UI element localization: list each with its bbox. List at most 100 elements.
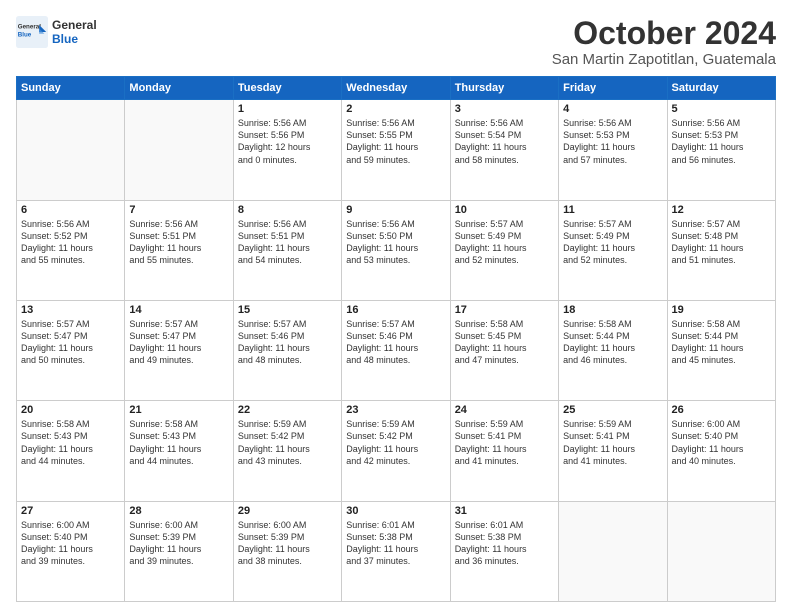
calendar-cell: 12Sunrise: 5:57 AMSunset: 5:48 PMDayligh… xyxy=(667,200,775,300)
calendar-cell: 13 Sunrise: 5:57 AMSunset: 5:47 PMDayligh… xyxy=(17,300,125,400)
calendar-week-row: 20 Sunrise: 5:58 AMSunset: 5:43 PMDayligh… xyxy=(17,401,776,501)
day-number: 1 xyxy=(238,103,337,115)
day-info: Sunrise: 5:57 AMSunset: 5:47 PMDaylight:… xyxy=(21,318,120,367)
day-info: Sunrise: 6:00 AMSunset: 5:40 PMDaylight:… xyxy=(21,519,120,568)
day-number: 24 xyxy=(455,404,554,416)
day-info: Sunrise: 5:58 AMSunset: 5:44 PMDaylight:… xyxy=(563,318,662,367)
calendar-cell: 1 Sunrise: 5:56 AMSunset: 5:56 PMDaylight… xyxy=(233,100,341,200)
day-number: 9 xyxy=(346,204,445,216)
calendar-cell xyxy=(125,100,233,200)
calendar-cell: 21 Sunrise: 5:58 AMSunset: 5:43 PMDayligh… xyxy=(125,401,233,501)
calendar-cell xyxy=(667,501,775,601)
calendar-cell: 31Sunrise: 6:01 AMSunset: 5:38 PMDayligh… xyxy=(450,501,558,601)
calendar-cell: 26Sunrise: 6:00 AMSunset: 5:40 PMDayligh… xyxy=(667,401,775,501)
logo-area: General Blue General Blue xyxy=(16,16,97,48)
calendar-cell: 29Sunrise: 6:00 AMSunset: 5:39 PMDayligh… xyxy=(233,501,341,601)
calendar-cell: 15 Sunrise: 5:57 AMSunset: 5:46 PMDayligh… xyxy=(233,300,341,400)
calendar-cell xyxy=(559,501,667,601)
day-info: Sunrise: 5:57 AMSunset: 5:48 PMDaylight:… xyxy=(672,218,771,267)
day-info: Sunrise: 5:56 AMSunset: 5:55 PMDaylight:… xyxy=(346,117,445,166)
calendar-cell: 9 Sunrise: 5:56 AMSunset: 5:50 PMDaylight… xyxy=(342,200,450,300)
calendar-cell xyxy=(17,100,125,200)
calendar-week-row: 27Sunrise: 6:00 AMSunset: 5:40 PMDayligh… xyxy=(17,501,776,601)
day-number: 4 xyxy=(563,103,662,115)
calendar-cell: 27Sunrise: 6:00 AMSunset: 5:40 PMDayligh… xyxy=(17,501,125,601)
calendar-cell: 14 Sunrise: 5:57 AMSunset: 5:47 PMDayligh… xyxy=(125,300,233,400)
day-number: 7 xyxy=(129,204,228,216)
day-info: Sunrise: 5:57 AMSunset: 5:49 PMDaylight:… xyxy=(455,218,554,267)
day-number: 15 xyxy=(238,304,337,316)
day-number: 30 xyxy=(346,505,445,517)
calendar-cell: 4Sunrise: 5:56 AMSunset: 5:53 PMDaylight… xyxy=(559,100,667,200)
logo-text: General Blue xyxy=(52,18,97,46)
day-info: Sunrise: 6:00 AMSunset: 5:39 PMDaylight:… xyxy=(129,519,228,568)
day-info: Sunrise: 6:01 AMSunset: 5:38 PMDaylight:… xyxy=(455,519,554,568)
weekday-header: Monday xyxy=(125,77,233,100)
day-info: Sunrise: 5:56 AMSunset: 5:50 PMDaylight:… xyxy=(346,218,445,267)
day-number: 14 xyxy=(129,304,228,316)
day-info: Sunrise: 5:56 AMSunset: 5:53 PMDaylight:… xyxy=(672,117,771,166)
day-info: Sunrise: 5:57 AMSunset: 5:49 PMDaylight:… xyxy=(563,218,662,267)
calendar-table: SundayMondayTuesdayWednesdayThursdayFrid… xyxy=(16,76,776,602)
calendar-week-row: 1 Sunrise: 5:56 AMSunset: 5:56 PMDaylight… xyxy=(17,100,776,200)
day-info: Sunrise: 5:57 AMSunset: 5:46 PMDaylight:… xyxy=(238,318,337,367)
svg-text:Blue: Blue xyxy=(18,31,32,38)
weekday-header: Thursday xyxy=(450,77,558,100)
weekday-header: Wednesday xyxy=(342,77,450,100)
logo-icon: General Blue xyxy=(16,16,48,48)
day-info: Sunrise: 5:57 AMSunset: 5:46 PMDaylight:… xyxy=(346,318,445,367)
calendar-week-row: 6Sunrise: 5:56 AMSunset: 5:52 PMDaylight… xyxy=(17,200,776,300)
logo-general: General xyxy=(52,18,97,32)
calendar-cell: 2 Sunrise: 5:56 AMSunset: 5:55 PMDaylight… xyxy=(342,100,450,200)
calendar-cell: 22Sunrise: 5:59 AMSunset: 5:42 PMDayligh… xyxy=(233,401,341,501)
day-number: 20 xyxy=(21,404,120,416)
day-info: Sunrise: 6:01 AMSunset: 5:38 PMDaylight:… xyxy=(346,519,445,568)
day-info: Sunrise: 5:59 AMSunset: 5:42 PMDaylight:… xyxy=(238,418,337,467)
weekday-header: Saturday xyxy=(667,77,775,100)
calendar-cell: 16 Sunrise: 5:57 AMSunset: 5:46 PMDayligh… xyxy=(342,300,450,400)
day-number: 26 xyxy=(672,404,771,416)
day-info: Sunrise: 5:58 AMSunset: 5:44 PMDaylight:… xyxy=(672,318,771,367)
month-title: October 2024 xyxy=(552,16,776,51)
day-info: Sunrise: 5:59 AMSunset: 5:42 PMDaylight:… xyxy=(346,418,445,467)
day-number: 29 xyxy=(238,505,337,517)
day-info: Sunrise: 5:57 AMSunset: 5:47 PMDaylight:… xyxy=(129,318,228,367)
day-number: 28 xyxy=(129,505,228,517)
weekday-header: Sunday xyxy=(17,77,125,100)
day-info: Sunrise: 5:59 AMSunset: 5:41 PMDaylight:… xyxy=(563,418,662,467)
day-number: 21 xyxy=(129,404,228,416)
day-number: 3 xyxy=(455,103,554,115)
day-info: Sunrise: 5:58 AMSunset: 5:43 PMDaylight:… xyxy=(129,418,228,467)
day-number: 6 xyxy=(21,204,120,216)
day-number: 8 xyxy=(238,204,337,216)
calendar-cell: 30 Sunrise: 6:01 AMSunset: 5:38 PMDayligh… xyxy=(342,501,450,601)
calendar-cell: 20Sunrise: 5:58 AMSunset: 5:43 PMDayligh… xyxy=(17,401,125,501)
title-area: October 2024 San Martin Zapotitlan, Guat… xyxy=(552,16,776,68)
day-number: 18 xyxy=(563,304,662,316)
day-number: 11 xyxy=(563,204,662,216)
page: General Blue General Blue October 2024 S… xyxy=(0,0,792,612)
calendar-cell: 11 Sunrise: 5:57 AMSunset: 5:49 PMDayligh… xyxy=(559,200,667,300)
day-number: 16 xyxy=(346,304,445,316)
calendar-cell: 7Sunrise: 5:56 AMSunset: 5:51 PMDaylight… xyxy=(125,200,233,300)
calendar-cell: 23 Sunrise: 5:59 AMSunset: 5:42 PMDayligh… xyxy=(342,401,450,501)
day-number: 25 xyxy=(563,404,662,416)
day-number: 13 xyxy=(21,304,120,316)
day-info: Sunrise: 5:56 AMSunset: 5:54 PMDaylight:… xyxy=(455,117,554,166)
day-info: Sunrise: 5:56 AMSunset: 5:51 PMDaylight:… xyxy=(238,218,337,267)
calendar-cell: 28 Sunrise: 6:00 AMSunset: 5:39 PMDayligh… xyxy=(125,501,233,601)
calendar-cell: 10Sunrise: 5:57 AMSunset: 5:49 PMDayligh… xyxy=(450,200,558,300)
day-number: 5 xyxy=(672,103,771,115)
day-number: 23 xyxy=(346,404,445,416)
calendar-cell: 3 Sunrise: 5:56 AMSunset: 5:54 PMDaylight… xyxy=(450,100,558,200)
weekday-header: Friday xyxy=(559,77,667,100)
day-info: Sunrise: 5:56 AMSunset: 5:56 PMDaylight:… xyxy=(238,117,337,166)
calendar-cell: 19Sunrise: 5:58 AMSunset: 5:44 PMDayligh… xyxy=(667,300,775,400)
svg-text:General: General xyxy=(18,23,41,30)
calendar-cell: 17Sunrise: 5:58 AMSunset: 5:45 PMDayligh… xyxy=(450,300,558,400)
location-title: San Martin Zapotitlan, Guatemala xyxy=(552,51,776,68)
calendar-week-row: 13 Sunrise: 5:57 AMSunset: 5:47 PMDayligh… xyxy=(17,300,776,400)
calendar-cell: 6Sunrise: 5:56 AMSunset: 5:52 PMDaylight… xyxy=(17,200,125,300)
calendar-header-row: SundayMondayTuesdayWednesdayThursdayFrid… xyxy=(17,77,776,100)
day-number: 2 xyxy=(346,103,445,115)
